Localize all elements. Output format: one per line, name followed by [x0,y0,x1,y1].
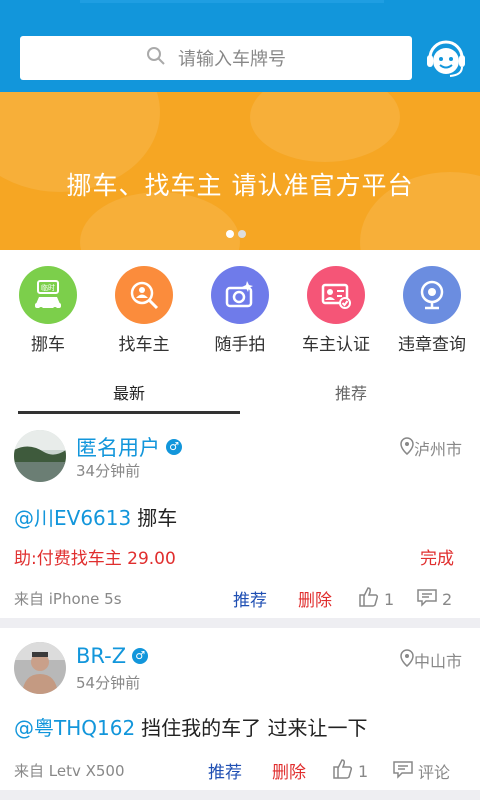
comment-button[interactable]: 2 [416,586,452,612]
location-pin-icon [400,649,414,671]
like-button[interactable]: 1 [332,758,368,784]
quick-action-find-owner[interactable]: 找车主 [96,266,192,355]
comment-label: 评论 [418,763,451,782]
id-card-icon [307,266,365,324]
quick-action-violation-query[interactable]: 违章查询 [384,266,480,355]
like-count: 1 [384,589,395,609]
comment-icon [392,758,414,784]
comment-icon [416,586,438,612]
quick-action-label: 找车主 [118,335,170,355]
post-time: 54分钟前 [76,674,141,692]
thumbs-up-icon [332,758,354,784]
tab-recommended[interactable]: 推荐 [240,380,462,404]
plate-mention-link[interactable]: @粤THQ162 [14,716,135,740]
webcam-icon [403,266,461,324]
quick-action-label: 违章查询 [398,335,466,355]
delete-button[interactable]: 删除 [272,758,306,783]
location-text: 泸州市 [413,440,462,459]
tab-latest[interactable]: 最新 [18,380,240,404]
thumbs-up-icon [358,586,380,612]
recommend-button[interactable]: 推荐 [208,758,242,783]
post-location: 中山市 [400,648,462,672]
post-source: 来自 Letv X500 [14,762,125,780]
app-header: 请输入车牌号 [0,0,480,92]
banner-text: 挪车、找车主 请认准官方平台 [66,171,414,200]
status-badge: 完成 [420,549,454,569]
search-icon [146,46,166,70]
quick-action-label: 随手拍 [214,335,266,355]
camera-icon [211,266,269,324]
post-text: 挪车 [137,506,178,530]
quick-actions: 临时 挪车 找车主 随手拍 车主认证 违章查询 [0,250,480,360]
username-text: 匿名用户 [76,436,160,460]
move-car-icon: 临时 [19,266,77,324]
post-username[interactable]: BR-Z ♂ [76,644,149,668]
recommend-button[interactable]: 推荐 [233,586,267,611]
male-gender-icon: ♂ [166,439,182,455]
banner-pager [226,230,246,238]
delete-button[interactable]: 删除 [298,586,332,611]
comment-count: 2 [442,589,453,609]
pager-dot [238,230,246,238]
avatar[interactable] [14,430,66,482]
quick-action-owner-verify[interactable]: 车主认证 [288,266,384,355]
plate-mention-link[interactable]: @川EV6613 [14,506,131,530]
svg-text:临时: 临时 [41,283,55,292]
reward-text: 助:付费找车主 29.00 [14,549,176,569]
quick-action-move-car[interactable]: 临时 挪车 [0,266,96,355]
quick-action-label: 挪车 [31,335,65,355]
post-source: 来自 iPhone 5s [14,590,122,608]
customer-service-icon[interactable] [424,36,468,80]
quick-action-label: 车主认证 [302,335,370,355]
post-card[interactable]: BR-Z ♂ 54分钟前 中山市 @粤THQ162 挡住我的车了 过来让一下 来自… [0,628,480,790]
post-time: 34分钟前 [76,462,141,480]
post-divider [0,790,480,800]
pager-dot [226,230,234,238]
location-pin-icon [400,437,414,459]
male-gender-icon: ♂ [132,648,149,664]
post-card[interactable]: 匿名用户 ♂ 34分钟前 泸州市 @川EV6613 挪车 助:付费找车主 29.0… [0,418,480,618]
post-text: 挡住我的车了 过来让一下 [141,716,368,740]
tab-indicator [18,411,240,414]
username-text: BR-Z [76,644,127,668]
post-divider [0,618,480,628]
post-username[interactable]: 匿名用户 ♂ [76,432,182,462]
search-input[interactable]: 请输入车牌号 [20,36,412,80]
search-placeholder: 请输入车牌号 [178,49,286,70]
avatar[interactable] [14,642,66,694]
like-count: 1 [358,761,369,781]
post-location: 泸州市 [400,436,462,460]
location-text: 中山市 [413,652,462,671]
status-line [80,0,384,3]
quick-action-snapshot[interactable]: 随手拍 [192,266,288,355]
feed-tabs: 最新 推荐 [0,372,480,416]
find-owner-icon [115,266,173,324]
post-content: @粤THQ162 挡住我的车了 过来让一下 [14,712,368,741]
post-content: @川EV6613 挪车 [14,502,177,531]
like-button[interactable]: 1 [358,586,394,612]
comment-button[interactable]: 评论 [392,758,450,784]
